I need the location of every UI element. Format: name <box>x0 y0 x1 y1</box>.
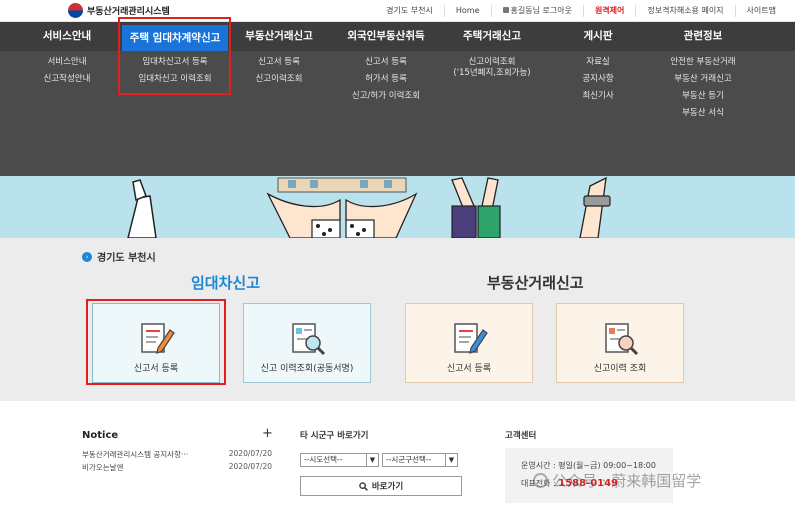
submenu-item[interactable]: 허가서 등록 <box>337 74 435 85</box>
footer-panels: Notice + 부동산거래관리시스템 공지사항··· 2020/07/20 비… <box>0 401 795 516</box>
notice-row-title: 비가오는날엔 <box>82 463 124 472</box>
notice-row-date: 2020/07/20 <box>228 449 272 458</box>
top-bar: 부동산거래관리시스템 경기도 부천시 Home 홍길동님 로그아웃 원격제어 정… <box>0 0 795 22</box>
region-label: 경기도 부천시 <box>386 5 433 15</box>
report-selection: › 경기도 부천시 임대차신고 부동산거래신고 신고서 등록 신고 이력조회(공… <box>0 238 795 401</box>
menu-board[interactable]: 게시판 <box>566 22 630 51</box>
menu-col-trade: 부동산거래신고 신고서 등록 신고이력조회 <box>236 22 322 176</box>
sigungu-select-value: --시군구선택-- <box>386 455 432 464</box>
menu-related[interactable]: 관련정보 <box>660 22 746 51</box>
taegeuk-logo-icon <box>68 3 83 18</box>
card-label: 신고서 등록 <box>446 364 492 374</box>
site-logo[interactable]: 부동산거래관리시스템 <box>68 3 170 18</box>
document-search-icon <box>605 323 639 356</box>
menu-housing[interactable]: 주택거래신고 <box>440 22 544 51</box>
watermark-text: 公众号 · 蔚来韩国留学 <box>552 472 702 490</box>
menu-foreign[interactable]: 외국인부동산취득 <box>337 22 435 51</box>
submenu-item[interactable]: 서비스안내 <box>20 57 114 68</box>
card-label: 신고 이력조회(공동서명) <box>260 364 354 374</box>
region-name: 경기도 부천시 <box>97 253 156 264</box>
notice-row-date: 2020/07/20 <box>228 462 272 471</box>
customer-center-title: 고객센터 <box>505 431 537 441</box>
notice-row[interactable]: 비가오는날엔 2020/07/20 <box>82 462 272 473</box>
submenu-item[interactable]: 안전한 부동산거래 <box>660 57 746 68</box>
chevron-down-icon: ▼ <box>445 454 457 466</box>
home-link[interactable]: Home <box>443 4 491 17</box>
submenu-lease-register[interactable]: 임대차신고서 등록 <box>116 57 234 68</box>
notice-title: Notice <box>82 430 119 441</box>
page: 부동산거래관리시스템 경기도 부천시 Home 홍길동님 로그아웃 원격제어 정… <box>0 0 795 516</box>
logout-link[interactable]: 홍길동님 로그아웃 <box>490 4 583 17</box>
notice-row-title: 부동산거래관리시스템 공지사항··· <box>82 450 189 459</box>
submenu-item[interactable]: 신고서 등록 <box>236 57 322 68</box>
submenu-item[interactable]: 신고/허가 이력조회 <box>337 91 435 102</box>
hands-house-illustration <box>127 176 611 238</box>
go-button-label: 바로가기 <box>371 482 404 492</box>
sido-select-value: --시도선택-- <box>304 455 343 464</box>
document-pencil-icon <box>454 323 488 354</box>
trade-register-card[interactable]: 신고서 등록 <box>405 303 533 383</box>
lease-section-title: 임대차신고 <box>191 274 261 292</box>
hero-banner <box>0 176 795 238</box>
menu-lease[interactable]: 주택 임대차계약신고 <box>122 25 228 51</box>
document-pencil-icon <box>141 323 175 354</box>
card-label: 신고이력 조회 <box>593 364 647 374</box>
trade-history-card[interactable]: 신고이력 조회 <box>556 303 684 383</box>
menu-col-housing: 주택거래신고 신고이력조회 ('15년폐지,조회가능) <box>440 22 544 176</box>
wechat-icon <box>533 473 548 488</box>
sigungu-select[interactable]: --시군구선택-- ▼ <box>382 453 458 467</box>
lease-history-card[interactable]: 신고 이력조회(공동서명) <box>243 303 371 383</box>
submenu-item[interactable]: 최신기사 <box>566 91 630 102</box>
menu-col-lease: 주택 임대차계약신고 임대차신고서 등록 임대차신고 이력조회 <box>116 22 234 176</box>
menu-col-service: 서비스안내 서비스안내 신고작성안내 <box>20 22 114 176</box>
watermark: 公众号 · 蔚来韩国留学 <box>533 470 701 491</box>
other-region-title: 타 시군구 바로가기 <box>300 431 369 441</box>
menu-col-foreign: 외국인부동산취득 신고서 등록 허가서 등록 신고/허가 이력조회 <box>337 22 435 176</box>
submenu-note: ('15년폐지,조회가능) <box>453 68 531 78</box>
submenu-item[interactable]: 자료실 <box>566 57 630 68</box>
menu-col-board: 게시판 자료실 공지사항 최신기사 <box>566 22 630 176</box>
trade-section-title: 부동산거래신고 <box>487 274 584 292</box>
submenu-item[interactable]: 부동산 서식 <box>660 108 746 119</box>
chevron-right-icon: › <box>82 251 92 262</box>
document-search-icon <box>292 323 326 356</box>
site-name: 부동산거래관리시스템 <box>87 7 170 17</box>
submenu-item[interactable]: 신고이력조회 <box>440 57 544 68</box>
chevron-down-icon: ▼ <box>366 454 378 466</box>
main-menu: 서비스안내 서비스안내 신고작성안내 주택 임대차계약신고 임대차신고서 등록 … <box>0 22 795 176</box>
utility-nav: 경기도 부천시 Home 홍길동님 로그아웃 원격제어 정보격차해소용 페이지 … <box>375 0 787 21</box>
submenu-item[interactable]: 신고서 등록 <box>337 57 435 68</box>
submenu-item[interactable]: 신고작성안내 <box>20 74 114 85</box>
accessibility-link[interactable]: 정보격차해소용 페이지 <box>635 4 734 17</box>
sido-select[interactable]: --시도선택-- ▼ <box>300 453 379 467</box>
sitemap-link[interactable]: 사이트맵 <box>734 4 787 17</box>
lease-register-card[interactable]: 신고서 등록 <box>92 303 220 383</box>
remote-control-link[interactable]: 원격제어 <box>582 4 635 17</box>
menu-col-related: 관련정보 안전한 부동산거래 부동산 거래신고 부동산 등기 부동산 서식 <box>660 22 746 176</box>
notice-more-button[interactable]: + <box>262 426 273 441</box>
notice-row[interactable]: 부동산거래관리시스템 공지사항··· 2020/07/20 <box>82 449 272 460</box>
card-label: 신고서 등록 <box>133 364 179 374</box>
submenu-item[interactable]: 신고이력조회 <box>236 74 322 85</box>
region-heading: › 경기도 부천시 <box>82 249 156 264</box>
menu-service[interactable]: 서비스안내 <box>20 22 114 51</box>
submenu-lease-history[interactable]: 임대차신고 이력조회 <box>116 74 234 85</box>
submenu-item[interactable]: 부동산 등기 <box>660 91 746 102</box>
lock-icon <box>502 6 509 13</box>
submenu-item[interactable]: 공지사항 <box>566 74 630 85</box>
go-button[interactable]: 바로가기 <box>300 476 462 496</box>
search-icon <box>359 481 368 491</box>
menu-trade[interactable]: 부동산거래신고 <box>236 22 322 51</box>
submenu-item[interactable]: 부동산 거래신고 <box>660 74 746 85</box>
